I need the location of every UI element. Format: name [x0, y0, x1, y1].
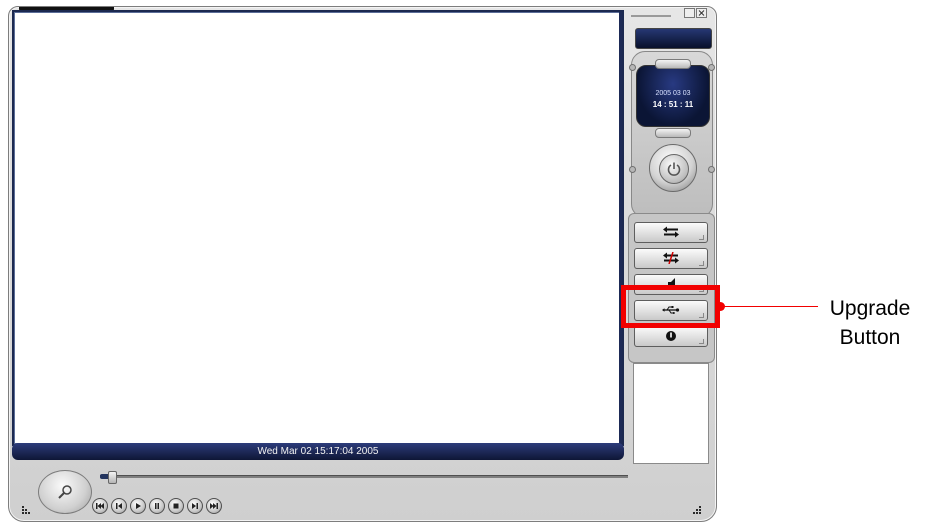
step-back-icon: [116, 503, 122, 509]
next-button[interactable]: [206, 498, 222, 514]
previous-button[interactable]: [92, 498, 108, 514]
right-knob-dot: [708, 166, 715, 173]
info-button[interactable]: [634, 326, 708, 347]
left-knob-dot: [629, 166, 636, 173]
resize-grip-left[interactable]: [22, 506, 30, 514]
clock-date: 2005 03 03: [655, 90, 691, 97]
pause-button[interactable]: [149, 498, 165, 514]
play-button[interactable]: [130, 498, 146, 514]
step-forward-button[interactable]: [187, 498, 203, 514]
power-icon: [667, 162, 681, 176]
playback-controls: [16, 462, 706, 518]
close-button[interactable]: [696, 8, 707, 18]
previous-icon: [96, 503, 104, 509]
clock-pod: 2005 03 03 14 : 51 : 11: [629, 51, 715, 218]
clock-tab-bottom[interactable]: [655, 128, 691, 138]
button-grip: [699, 339, 704, 344]
callout-label: Upgrade Button: [815, 294, 925, 352]
step-back-button[interactable]: [111, 498, 127, 514]
control-sidebar: 2005 03 03 14 : 51 : 11: [625, 6, 715, 520]
close-icon: [698, 10, 705, 16]
status-timestamp: Wed Mar 02 15:17:04 2005: [12, 443, 624, 460]
left-screw: [629, 64, 636, 71]
play-icon: [136, 503, 141, 509]
pause-icon: [155, 503, 159, 509]
transport-buttons: [92, 498, 222, 514]
swap-arrows-icon: [663, 226, 679, 238]
drag-grip[interactable]: [631, 15, 671, 17]
window-buttons: [674, 8, 709, 18]
volume-knob[interactable]: [38, 470, 92, 514]
step-forward-icon: [192, 503, 198, 509]
search-icon: [58, 485, 72, 499]
swap-disabled-button[interactable]: [634, 248, 708, 269]
upgrade-button-highlight: [621, 285, 720, 328]
power-button[interactable]: [649, 144, 697, 192]
seek-thumb[interactable]: [108, 471, 117, 484]
video-right-rail: [619, 12, 622, 444]
swap-button[interactable]: [634, 222, 708, 243]
power-button-core: [659, 154, 689, 184]
callout-line: [722, 306, 818, 307]
lcd-display: [635, 28, 712, 49]
button-grip: [699, 235, 704, 240]
clock-time: 14 : 51 : 11: [652, 100, 694, 109]
clock-tab-top[interactable]: [655, 59, 691, 69]
swap-arrows-disabled-icon: [663, 252, 679, 264]
stop-icon: [173, 503, 179, 509]
video-display[interactable]: [12, 10, 624, 446]
stop-button[interactable]: [168, 498, 184, 514]
callout-label-line2: Button: [839, 326, 901, 349]
seek-bar[interactable]: [100, 471, 628, 484]
info-icon: [666, 331, 676, 341]
clock-screen: 2005 03 03 14 : 51 : 11: [636, 65, 710, 127]
button-grip: [699, 261, 704, 266]
preview-box: [633, 363, 709, 464]
callout-label-line1: Upgrade: [829, 297, 911, 320]
next-icon: [210, 503, 218, 509]
minimize-button[interactable]: [684, 8, 695, 18]
